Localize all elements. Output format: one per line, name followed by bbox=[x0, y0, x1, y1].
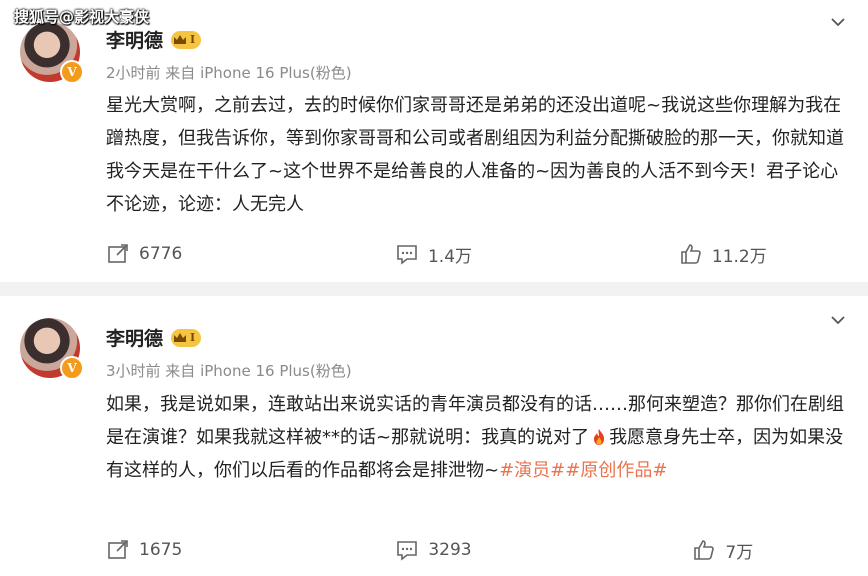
like-icon bbox=[694, 540, 715, 560]
comment-icon bbox=[397, 541, 418, 561]
like-button[interactable]: 11.2万 bbox=[579, 240, 868, 268]
post-text: 星光大赏啊，之前去过，去的时候你们家哥哥还是弟弟的还没出道呢~我说这些你理解为我… bbox=[106, 95, 844, 215]
weibo-post-2: V 李明德 I 3小时前 来自 iPhone 16 Plus(粉色) 如果，我是… bbox=[0, 296, 868, 576]
comment-button[interactable]: 3293 bbox=[289, 536, 578, 564]
comment-button[interactable]: 1.4万 bbox=[289, 240, 578, 268]
post-meta: 2小时前 来自 iPhone 16 Plus(粉色) bbox=[106, 64, 352, 82]
chevron-down-icon[interactable] bbox=[830, 14, 846, 30]
post-divider bbox=[0, 282, 868, 296]
repost-count: 6776 bbox=[139, 244, 183, 264]
comment-count: 1.4万 bbox=[427, 246, 473, 267]
avatar[interactable]: V bbox=[20, 22, 84, 84]
like-count: 7万 bbox=[725, 542, 754, 563]
level-number: I bbox=[190, 33, 196, 46]
author-name[interactable]: 李明德 bbox=[106, 324, 163, 351]
topic-tag-actor[interactable]: #演员# bbox=[499, 460, 565, 481]
post-meta: 3小时前 来自 iPhone 16 Plus(粉色) bbox=[106, 362, 352, 380]
repost-icon bbox=[108, 244, 128, 263]
avatar[interactable]: V bbox=[20, 318, 84, 380]
fire-emoji-icon bbox=[594, 429, 605, 445]
verified-badge: V bbox=[60, 356, 84, 380]
crown-icon bbox=[173, 332, 187, 344]
weibo-post-1: V 李明德 I 2小时前 来自 iPhone 16 Plus(粉色) 星光大赏啊… bbox=[0, 0, 868, 282]
crown-icon bbox=[173, 34, 187, 46]
repost-icon bbox=[108, 540, 128, 559]
action-bar: 6776 1.4万 11.2万 bbox=[0, 240, 868, 268]
author-name[interactable]: 李明德 bbox=[106, 26, 163, 53]
verified-badge: V bbox=[60, 60, 84, 84]
topic-tag-original[interactable]: #原创作品# bbox=[565, 460, 667, 481]
comment-count: 3293 bbox=[428, 540, 472, 560]
level-badge[interactable]: I bbox=[171, 328, 202, 347]
comment-icon bbox=[397, 245, 417, 265]
like-button[interactable]: 7万 bbox=[579, 536, 868, 564]
author-row: 李明德 I bbox=[106, 324, 202, 351]
watermark: 搜狐号@影视大豪侠 bbox=[14, 8, 150, 26]
chevron-down-icon[interactable] bbox=[830, 312, 846, 328]
level-number: I bbox=[190, 331, 196, 344]
level-badge[interactable]: I bbox=[171, 30, 202, 49]
like-count: 11.2万 bbox=[711, 246, 767, 267]
repost-count: 1675 bbox=[139, 540, 183, 560]
action-bar: 1675 3293 7万 bbox=[0, 536, 868, 564]
repost-button[interactable]: 6776 bbox=[0, 240, 289, 268]
like-icon bbox=[681, 244, 701, 264]
author-row: 李明德 I bbox=[106, 26, 202, 53]
repost-button[interactable]: 1675 bbox=[0, 536, 289, 564]
post-text: 如果，我是说如果，连敢站出来说实话的青年演员都没有的话……那何来塑造？那你们在剧… bbox=[106, 388, 848, 487]
